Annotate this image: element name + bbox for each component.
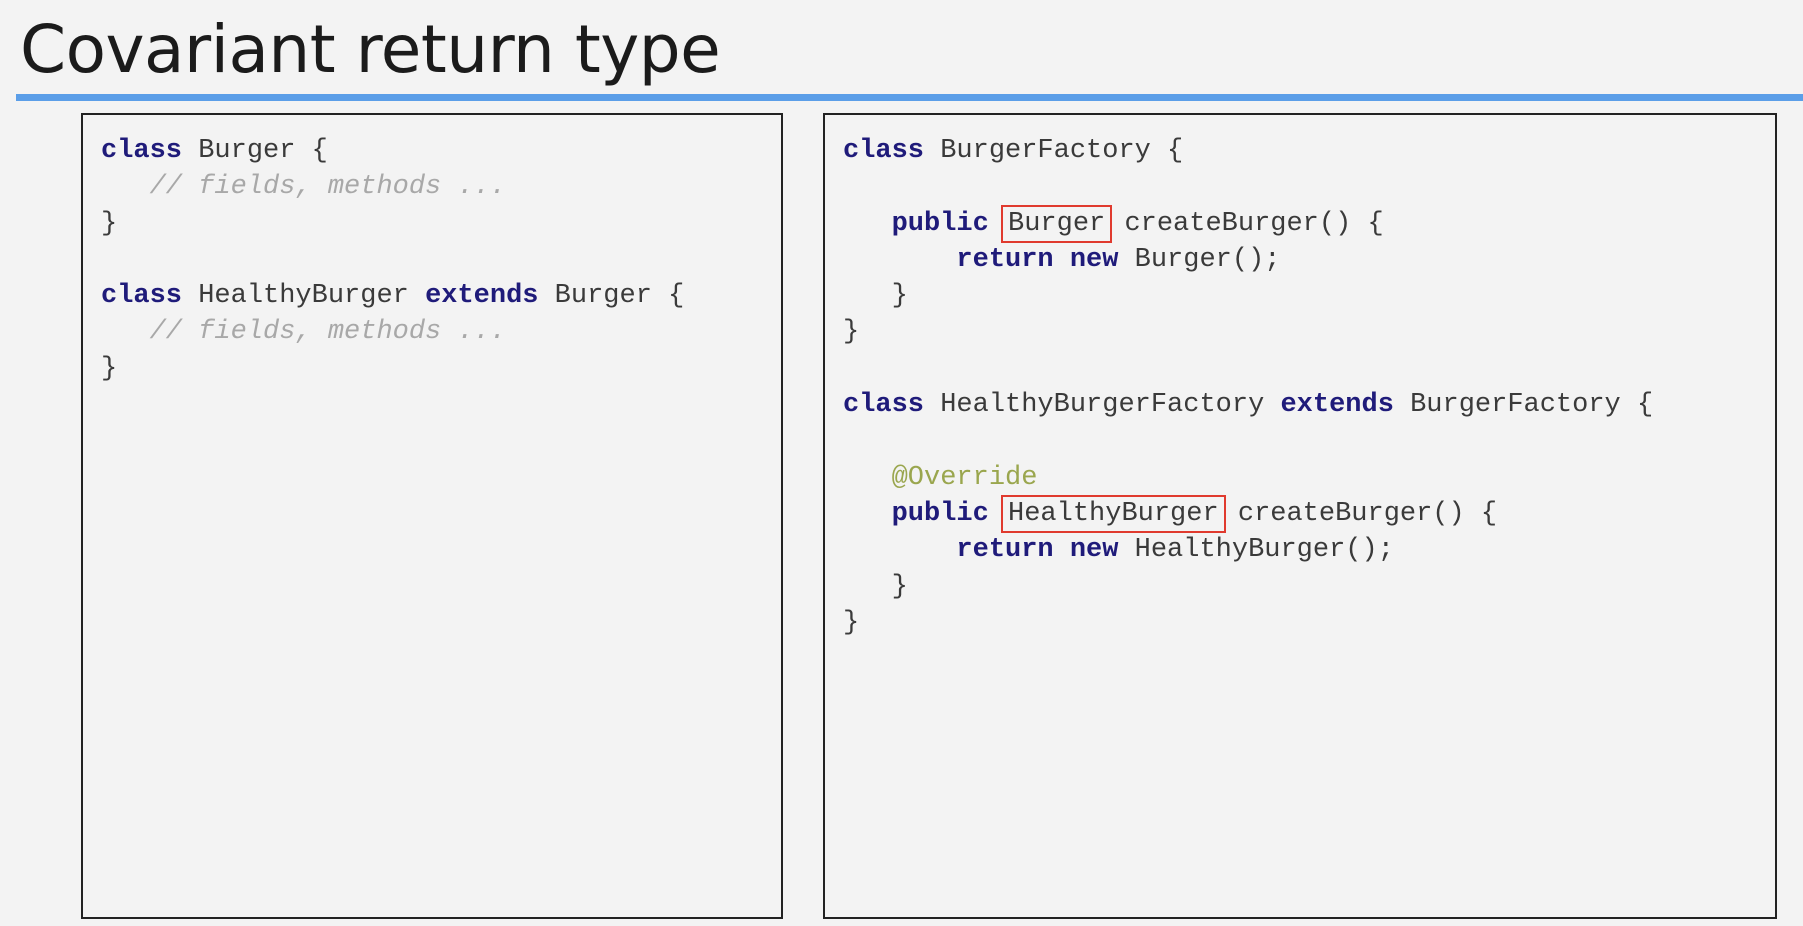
code-block-burger-classes: class Burger { // fields, methods ...} c… <box>101 133 684 387</box>
return-type-highlight: HealthyBurger <box>1001 494 1226 533</box>
code-line: } <box>843 569 1653 605</box>
code-text: } <box>101 208 118 239</box>
code-keyword: public <box>891 208 989 239</box>
code-line: return new Burger(); <box>843 242 1653 278</box>
code-line: class HealthyBurgerFactory extends Burge… <box>843 387 1653 423</box>
code-text: HealthyBurger <box>182 281 426 312</box>
code-line: public Burger createBurger() { <box>843 204 1653 243</box>
code-line: return new HealthyBurger(); <box>843 532 1653 568</box>
code-line: } <box>101 206 684 242</box>
code-block-factory-classes: class BurgerFactory { public Burger crea… <box>843 133 1653 641</box>
code-line: } <box>843 314 1653 350</box>
code-text: } <box>843 607 860 638</box>
code-line: } <box>101 351 684 387</box>
code-text: } <box>843 571 908 602</box>
code-text: } <box>101 353 118 384</box>
code-text: BurgerFactory { <box>1393 390 1654 421</box>
slide: Covariant return type class Burger { // … <box>0 0 1803 926</box>
return-type-highlight: Burger <box>1001 204 1113 243</box>
code-keyword: class <box>843 390 925 421</box>
code-text: Burger { <box>538 281 685 312</box>
code-line: public HealthyBurger createBurger() { <box>843 494 1653 533</box>
code-comment: // fields, methods ... <box>149 317 507 348</box>
code-line: } <box>843 278 1653 314</box>
code-text: } <box>843 317 860 348</box>
title-underline <box>16 94 1803 101</box>
code-line: // fields, methods ... <box>101 169 684 205</box>
code-text: createBurger() { <box>1221 498 1498 529</box>
code-keyword: return <box>956 535 1054 566</box>
code-keyword: extends <box>425 281 539 312</box>
code-keyword: new <box>1069 244 1119 275</box>
code-text: createBurger() { <box>1108 208 1384 239</box>
code-keyword: return <box>956 244 1054 275</box>
code-keyword: class <box>843 136 925 166</box>
code-text: Burger { <box>182 136 328 166</box>
code-text: HealthyBurgerFactory <box>924 390 1281 421</box>
code-line: // fields, methods ... <box>101 314 684 350</box>
code-keyword: class <box>101 136 183 166</box>
code-line: class Burger { <box>101 133 684 169</box>
code-text: Burger(); <box>1118 244 1281 275</box>
code-panel-right: class BurgerFactory { public Burger crea… <box>823 113 1777 919</box>
code-text: } <box>843 281 908 312</box>
code-text: BurgerFactory { <box>924 136 1184 166</box>
code-panel-left: class Burger { // fields, methods ...} c… <box>81 113 783 919</box>
code-keyword: public <box>891 498 989 529</box>
code-line: @Override <box>843 460 1653 496</box>
code-keyword: new <box>1069 535 1119 566</box>
code-keyword: extends <box>1280 390 1394 421</box>
slide-title: Covariant return type <box>20 11 721 88</box>
code-text: HealthyBurger(); <box>1118 535 1394 566</box>
code-line: } <box>843 605 1653 641</box>
code-comment: // fields, methods ... <box>149 172 507 203</box>
code-keyword: class <box>101 281 183 312</box>
code-line: class HealthyBurger extends Burger { <box>101 278 684 314</box>
code-annotation: @Override <box>891 462 1038 493</box>
code-line: class BurgerFactory { <box>843 133 1653 169</box>
